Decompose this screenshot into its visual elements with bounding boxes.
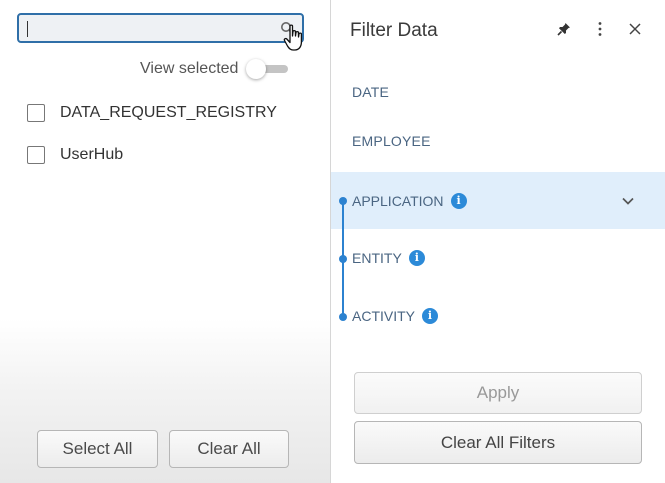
hand-cursor-icon	[283, 24, 303, 51]
list-item[interactable]: DATA_REQUEST_REGISTRY	[27, 102, 277, 124]
filter-item-date[interactable]: DATE	[331, 64, 665, 120]
pin-icon[interactable]	[555, 18, 573, 40]
clear-all-filters-button[interactable]: Clear All Filters	[354, 421, 642, 464]
chevron-down-icon[interactable]	[619, 192, 637, 210]
filter-item-application[interactable]: APPLICATION i	[331, 172, 665, 229]
view-selected-row: View selected	[140, 58, 290, 80]
value-list-panel: View selected DATA_REQUEST_REGISTRY User…	[0, 0, 330, 483]
filter-label: ENTITY	[352, 250, 402, 266]
info-icon[interactable]: i	[450, 192, 467, 209]
filter-item-employee[interactable]: EMPLOYEE	[331, 113, 665, 169]
info-icon[interactable]: i	[422, 308, 439, 324]
clear-all-button[interactable]: Clear All	[169, 430, 289, 468]
filter-label: ACTIVITY	[352, 308, 416, 324]
connector-dot	[339, 313, 347, 321]
checkbox[interactable]	[27, 104, 45, 122]
more-vertical-icon[interactable]	[591, 18, 609, 40]
view-selected-toggle[interactable]	[246, 59, 290, 79]
filter-item-activity[interactable]: ACTIVITY i	[331, 288, 665, 344]
checkbox[interactable]	[27, 146, 45, 164]
connector-dot	[339, 197, 347, 205]
text-caret	[27, 21, 28, 37]
search-input[interactable]	[17, 13, 304, 43]
connector-dot	[339, 255, 347, 263]
panel-title: Filter Data	[350, 20, 438, 41]
toggle-thumb	[246, 59, 267, 79]
filter-row: ACTIVITY i	[352, 308, 439, 324]
filter-item-entity[interactable]: ENTITY i	[331, 230, 665, 286]
list-item[interactable]: UserHub	[27, 144, 277, 166]
filter-label: APPLICATION	[352, 192, 444, 209]
select-all-button[interactable]: Select All	[37, 430, 158, 468]
checkbox-label: DATA_REQUEST_REGISTRY	[60, 104, 277, 121]
filter-label: DATE	[352, 84, 390, 100]
filter-data-panel: Filter Data DATE EMPLOYEE APPLICATION i	[331, 0, 665, 483]
filter-row: APPLICATION i	[352, 192, 467, 209]
info-icon[interactable]: i	[408, 250, 425, 266]
filter-row: ENTITY i	[352, 250, 425, 266]
filter-label: EMPLOYEE	[352, 133, 431, 149]
value-checkbox-list: DATA_REQUEST_REGISTRY UserHub	[27, 102, 277, 186]
apply-button[interactable]: Apply	[354, 372, 642, 414]
close-icon[interactable]	[626, 18, 644, 40]
view-selected-label: View selected	[140, 60, 239, 77]
checkbox-label: UserHub	[60, 146, 124, 163]
